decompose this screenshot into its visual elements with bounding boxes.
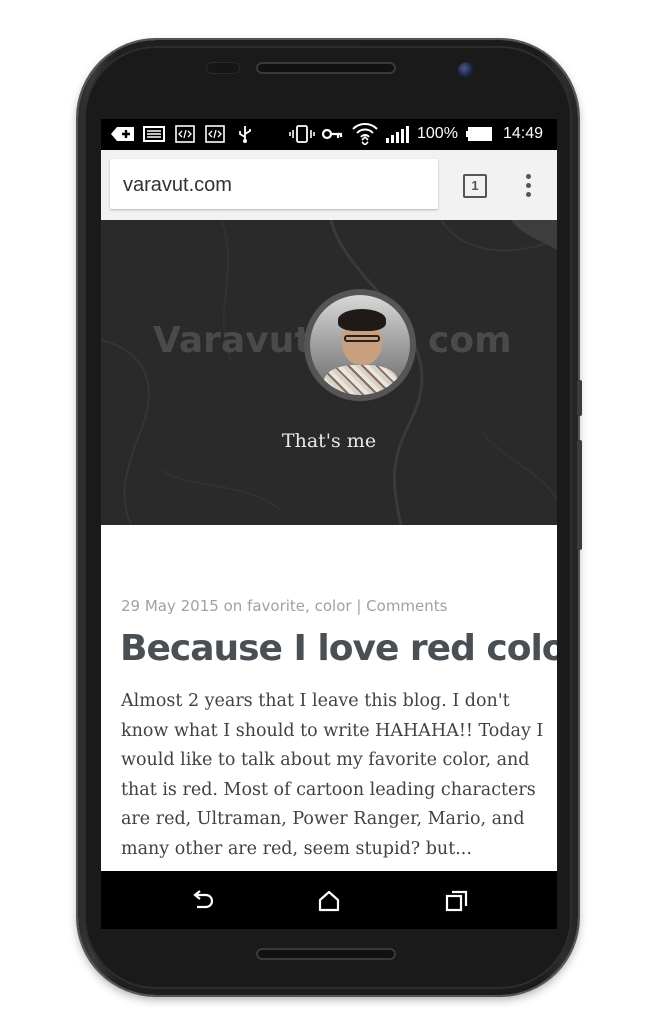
browser-toolbar: varavut.com 1 bbox=[101, 150, 557, 220]
earpiece-speaker bbox=[256, 62, 396, 74]
volume-button bbox=[577, 440, 582, 550]
front-camera bbox=[458, 62, 474, 78]
wifi-icon bbox=[352, 123, 378, 145]
post-excerpt: Almost 2 years that I leave this blog. I… bbox=[121, 691, 544, 859]
post-title[interactable]: Because I love red color bbox=[120, 628, 557, 669]
dismiss-icon bbox=[111, 127, 134, 141]
clock: 14:49 bbox=[503, 125, 544, 142]
post-on: on bbox=[223, 597, 243, 615]
avatar bbox=[304, 289, 416, 401]
key-icon bbox=[321, 128, 343, 140]
signal-icon bbox=[386, 126, 409, 143]
status-bar: 100% 14:49 bbox=[101, 119, 557, 150]
phone-screen: 100% 14:49 varavut.com 1 Varavut com Tha… bbox=[101, 119, 557, 929]
tag-link[interactable]: favorite bbox=[247, 597, 305, 615]
tab-switcher-button[interactable]: 1 bbox=[463, 174, 487, 198]
hero-banner: Varavut com That's me bbox=[101, 220, 557, 525]
proximity-sensor bbox=[206, 62, 240, 74]
recents-icon[interactable] bbox=[443, 887, 471, 915]
logo-right-text: com bbox=[428, 320, 512, 361]
image-icon bbox=[143, 126, 165, 142]
post-meta: 29 May 2015 on favorite, color | Comment… bbox=[121, 597, 448, 615]
vibrate-icon bbox=[289, 125, 315, 143]
post-card: 29 May 2015 on favorite, color | Comment… bbox=[101, 525, 557, 871]
power-button bbox=[577, 380, 582, 416]
code-icon bbox=[175, 125, 195, 143]
code-icon bbox=[205, 125, 225, 143]
overflow-menu-icon[interactable] bbox=[526, 174, 532, 198]
back-icon[interactable] bbox=[189, 887, 217, 915]
site-logo[interactable]: Varavut com bbox=[153, 320, 512, 361]
meta-separator: | bbox=[356, 597, 362, 615]
tag-link[interactable]: color bbox=[315, 597, 352, 615]
system-nav-bar bbox=[101, 871, 557, 929]
logo-left-text: Varavut bbox=[153, 320, 312, 361]
usb-icon bbox=[239, 126, 251, 143]
url-text[interactable]: varavut.com bbox=[123, 174, 232, 197]
post-date: 29 May 2015 bbox=[121, 597, 219, 615]
home-icon[interactable] bbox=[315, 887, 343, 915]
battery-icon bbox=[466, 127, 492, 141]
address-bar[interactable]: varavut.com bbox=[110, 159, 438, 209]
comments-link[interactable]: Comments bbox=[366, 597, 447, 615]
bottom-speaker bbox=[256, 948, 396, 960]
hero-caption: That's me bbox=[281, 430, 377, 452]
battery-percent: 100% bbox=[417, 125, 458, 142]
